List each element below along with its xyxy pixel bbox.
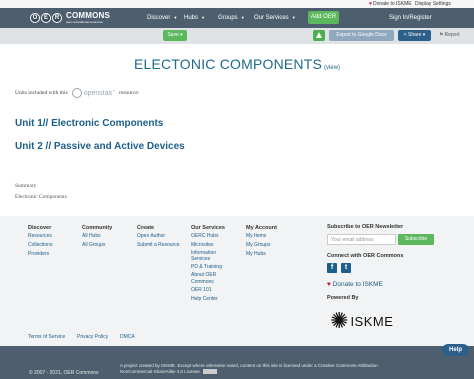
footer-link-my-hubs[interactable]: My Hubs — [246, 250, 277, 259]
footer-link-about-oer[interactable]: About OER — [191, 272, 225, 279]
donate-label-top: Donate to ISKME — [372, 1, 412, 7]
footer-link-providers[interactable]: Providers — [28, 250, 52, 259]
help-button[interactable]: Help — [442, 344, 469, 356]
share-button[interactable]: < Share ▾ — [398, 30, 431, 41]
privacy-policy-link[interactable]: Privacy Policy — [77, 334, 108, 340]
logo-letter-r: R — [52, 13, 62, 23]
summary-label: Summary — [15, 183, 37, 189]
chevron-down-icon: ▼ — [240, 15, 245, 20]
units-suffix: resource: — [119, 90, 140, 96]
powered-by-heading: Powered By — [327, 295, 359, 301]
unit-link-1[interactable]: Unit 1// Electronic Components — [15, 118, 163, 129]
cc-license-badge[interactable] — [203, 369, 218, 375]
twitter-icon[interactable]: t — [341, 263, 351, 273]
copyright-text: © 2007 - 2021, OER Commons — [29, 370, 99, 376]
share-icon: < — [403, 32, 407, 38]
chevron-down-icon: ▼ — [173, 15, 178, 20]
footer-link-all-groups[interactable]: All Groups — [82, 241, 112, 250]
logo-letter-o: O — [30, 13, 40, 23]
footer-heading-community: Community — [82, 225, 113, 231]
footer-link-services[interactable]: Services — [191, 256, 225, 263]
legal-line-2: NonCommercial-ShareAlike 4.0 License. — [120, 369, 202, 374]
footer-link-my-items[interactable]: My Items — [246, 232, 277, 241]
save-button[interactable]: Save ▾ — [163, 30, 187, 41]
footer-col-community: Community All Hubs All Groups — [82, 224, 112, 250]
logo-letter-e: E — [41, 13, 51, 23]
page-title: ELECTONIC COMPONENTS (view) — [0, 56, 474, 74]
nav-our-services[interactable]: Our Services ▼ — [254, 8, 296, 28]
resource-title: ELECTONIC COMPONENTS — [133, 56, 323, 72]
footer-link-resources[interactable]: Resources — [28, 232, 52, 241]
footer-col-create: Create Open Author Submit a Resource — [137, 224, 180, 250]
google-drive-icon — [316, 32, 322, 38]
google-drive-button[interactable] — [313, 30, 325, 41]
chevron-down-icon: ▼ — [291, 15, 296, 20]
nav-discover[interactable]: Discover ▼ — [147, 8, 177, 28]
dmca-link[interactable]: DMCA — [120, 334, 135, 340]
nav-hubs[interactable]: Hubs ▼ — [184, 8, 205, 28]
facebook-icon[interactable]: f — [327, 263, 337, 273]
connect-heading: Connect with OER Commons — [327, 253, 404, 259]
footer-link-submit-resource[interactable]: Submit a Resource — [137, 241, 180, 250]
footer-col-discover: Discover Resources Collections Providers — [28, 224, 52, 259]
iskme-spiral-icon: ✺ — [330, 308, 349, 333]
footer-link-help-center[interactable]: Help Center — [191, 295, 225, 304]
unit-link-2[interactable]: Unit 2 // Passive and Active Devices — [15, 141, 185, 152]
footer-heading-services: Our Services — [191, 225, 225, 231]
footer-link-open-author[interactable]: Open Author — [137, 232, 180, 241]
footer-heading-discover: Discover — [28, 225, 52, 231]
oer-commons-logo[interactable]: O E R COMMONS open educational resources — [30, 9, 110, 27]
footer-link-my-groups[interactable]: My Groups — [246, 241, 277, 250]
chevron-down-icon: ▾ — [422, 32, 426, 38]
heart-icon: ♥ — [369, 1, 372, 7]
logo-title: COMMONS — [66, 11, 111, 20]
report-link[interactable]: ⚑Report — [439, 30, 460, 41]
newsletter-email-input[interactable] — [327, 234, 396, 245]
legal-text: A project created by ISKME. Except where… — [120, 363, 420, 375]
footer-link-oerc-hubs[interactable]: OERC Hubs — [191, 232, 225, 241]
donate-link-top[interactable]: ♥Donate to ISKME — [369, 0, 412, 8]
footer-link-pd-training[interactable]: PD & Training — [191, 263, 225, 272]
donate-link-footer[interactable]: ♥ Donate to ISKME — [327, 281, 383, 288]
logo-subtitle: open educational resources — [66, 20, 103, 24]
footer-link-collections[interactable]: Collections — [28, 241, 52, 250]
footer-heading-create: Create — [137, 225, 155, 231]
iskme-label: ISKME — [350, 313, 394, 329]
donate-label-footer: Donate to ISKME — [332, 281, 383, 288]
footer-link-commons[interactable]: Commons — [191, 279, 225, 286]
export-google-docs-button[interactable]: Export to Google Docs — [329, 30, 394, 41]
sign-in-register-link[interactable]: Sign In/Register — [389, 8, 432, 28]
iskme-logo[interactable]: ✺ ISKME — [330, 310, 393, 332]
flag-icon: ⚑ — [439, 32, 444, 38]
footer-col-services: Our Services OERC Hubs Microsites Inform… — [191, 224, 225, 304]
summary-text: Electronic Components — [15, 194, 67, 200]
add-oer-button[interactable]: Add OER — [308, 11, 339, 24]
openstax-logo: openstax ™ — [71, 88, 115, 98]
openstax-circle-icon — [71, 88, 82, 98]
footer-link-microsites[interactable]: Microsites — [191, 241, 225, 250]
chevron-down-icon: ▾ — [180, 32, 183, 38]
terms-of-service-link[interactable]: Terms of Service — [28, 334, 65, 340]
units-prefix: Units included with this — [15, 90, 68, 96]
openstax-label: openstax — [83, 89, 113, 97]
footer-link-all-hubs[interactable]: All Hubs — [82, 232, 112, 241]
units-included-line: Units included with this openstax ™ resou… — [15, 88, 139, 98]
chevron-down-icon: ▼ — [201, 15, 205, 20]
subscribe-button[interactable]: Subscribe — [398, 234, 434, 245]
footer-col-account: My Account My Items My Groups My Hubs — [246, 224, 277, 259]
newsletter-heading: Subscribe to OER Newsletter — [327, 224, 404, 230]
view-link[interactable]: (view) — [324, 65, 340, 71]
footer-link-oer-101[interactable]: OER 101 — [191, 286, 225, 295]
display-settings-link[interactable]: Display Settings — [415, 0, 451, 8]
footer-heading-account: My Account — [246, 225, 277, 231]
heart-icon: ♥ — [327, 281, 331, 288]
nav-groups[interactable]: Groups ▼ — [218, 8, 245, 28]
